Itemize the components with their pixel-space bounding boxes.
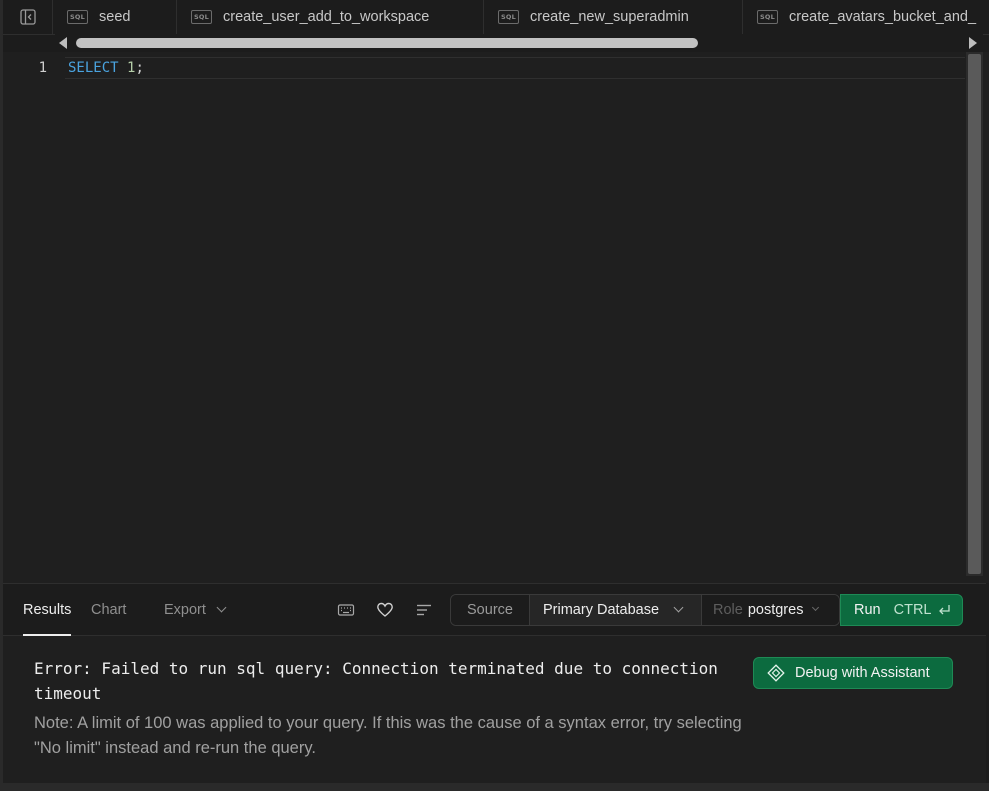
sql-punctuation: ; xyxy=(135,60,144,76)
enter-key-icon xyxy=(939,605,951,615)
keyboard-icon[interactable] xyxy=(337,601,355,619)
query-tab-bar: SQL seed SQL create_user_add_to_workspac… xyxy=(3,0,989,35)
code-line[interactable]: SELECT 1; xyxy=(68,60,144,76)
panel-left-icon xyxy=(19,9,36,25)
chevron-down-icon xyxy=(216,602,227,613)
tab-create-new-superadmin[interactable]: SQL create_new_superadmin xyxy=(484,0,743,34)
sql-keyword: SELECT xyxy=(68,60,119,76)
chevron-down-icon xyxy=(673,602,684,612)
assistant-diamond-icon xyxy=(767,664,785,682)
tab-label: seed xyxy=(99,9,131,25)
tab-results[interactable]: Results xyxy=(23,584,72,636)
debug-with-assistant-button[interactable]: Debug with Assistant xyxy=(753,657,953,689)
line-number: 1 xyxy=(38,60,47,76)
editor-vertical-scrollbar[interactable] xyxy=(966,52,983,576)
sql-file-icon: SQL xyxy=(191,10,212,24)
limit-note: Note: A limit of 100 was applied to your… xyxy=(34,714,742,757)
scroll-left-arrow-icon[interactable] xyxy=(59,37,67,49)
sql-file-icon: SQL xyxy=(757,10,778,24)
scroll-right-arrow-icon[interactable] xyxy=(969,37,977,49)
role-dropdown[interactable]: Role postgres xyxy=(702,595,839,625)
export-dropdown[interactable]: Export xyxy=(164,584,227,636)
database-value: Primary Database xyxy=(543,602,660,618)
error-message: Error: Failed to run sql query: Connecti… xyxy=(34,659,718,703)
chevron-down-icon xyxy=(812,603,820,611)
tab-chart[interactable]: Chart xyxy=(91,584,126,636)
export-label: Export xyxy=(164,602,206,618)
sql-file-icon: SQL xyxy=(67,10,88,24)
heart-icon[interactable] xyxy=(376,601,394,619)
window-bottom-edge xyxy=(0,783,989,791)
database-role-selector: Source Primary Database Role postgres xyxy=(450,594,840,626)
run-button[interactable]: Run CTRL xyxy=(840,594,963,626)
tab-label: create_new_superadmin xyxy=(530,9,689,25)
run-label: Run xyxy=(854,602,881,618)
tabs-strip: SQL seed SQL create_user_add_to_workspac… xyxy=(53,0,989,34)
current-line-highlight xyxy=(65,57,965,79)
tab-label: create_avatars_bucket_and_ xyxy=(789,9,977,25)
align-left-icon[interactable] xyxy=(415,601,433,619)
role-label: Role xyxy=(713,602,743,618)
run-shortcut: CTRL xyxy=(893,602,932,618)
tab-create-user-add-to-workspace[interactable]: SQL create_user_add_to_workspace xyxy=(177,0,484,34)
role-value: postgres xyxy=(747,602,804,618)
tab-seed[interactable]: SQL seed xyxy=(53,0,177,34)
tab-label: create_user_add_to_workspace xyxy=(223,9,430,25)
sql-editor[interactable]: 1 SELECT 1; xyxy=(3,52,989,583)
database-dropdown[interactable]: Primary Database xyxy=(530,595,702,625)
results-toolbar: Results Chart Export Source Primary Data… xyxy=(3,583,986,636)
tabs-horizontal-scrollbar[interactable] xyxy=(55,34,983,52)
tab-create-avatars-bucket[interactable]: SQL create_avatars_bucket_and_ xyxy=(743,0,989,34)
sql-file-icon: SQL xyxy=(498,10,519,24)
debug-label: Debug with Assistant xyxy=(795,665,930,681)
results-panel: Error: Failed to run sql query: Connecti… xyxy=(3,636,986,783)
scrollbar-thumb[interactable] xyxy=(76,38,698,48)
collapse-sidebar-button[interactable] xyxy=(3,0,53,34)
source-label: Source xyxy=(451,595,530,625)
scrollbar-thumb[interactable] xyxy=(968,54,981,574)
